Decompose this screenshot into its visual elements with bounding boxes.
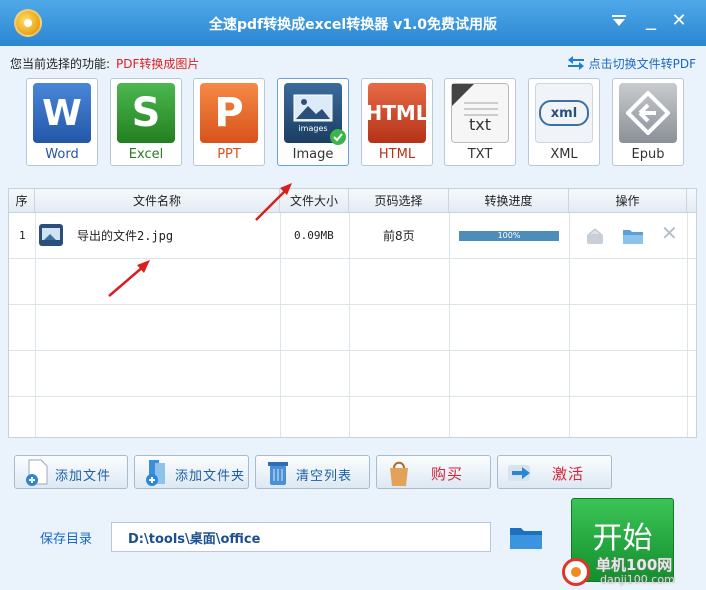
picture-icon (293, 94, 333, 121)
current-function-label: 您当前选择的功能: (10, 57, 111, 71)
activate-label: 激活 (552, 465, 585, 483)
shopping-bag-icon (390, 461, 408, 486)
html-icon: HTML (365, 83, 429, 143)
current-function: 您当前选择的功能: PDF转换成图片 (10, 55, 199, 72)
activate-button[interactable]: 激活 (497, 455, 612, 489)
col-file-name: 文件名称 (35, 189, 280, 213)
xml-icon-caption: xml (539, 100, 589, 126)
watermark-icon (562, 558, 590, 586)
word-icon: W (33, 83, 91, 143)
open-folder-icon[interactable] (622, 227, 644, 245)
row-page-select[interactable]: 前8页 (383, 213, 415, 259)
title-bar: 全速pdf转换成excel转换器 v1.0免费试用版 _ ✕ (0, 0, 706, 46)
format-epub-button[interactable]: Epub (612, 78, 684, 166)
table-row-empty (9, 351, 696, 397)
table-header: 序 文件名称 文件大小 页码选择 转换进度 操作 (9, 189, 696, 213)
close-button[interactable]: ✕ (668, 10, 690, 32)
browse-folder-icon[interactable] (508, 522, 544, 552)
save-directory-input[interactable] (111, 522, 491, 552)
add-file-label: 添加文件 (55, 469, 112, 484)
format-txt-label: TXT (467, 147, 493, 162)
row-file-name: 导出的文件2.jpg (77, 229, 174, 243)
clear-list-button[interactable]: 清空列表 (255, 455, 370, 489)
watermark-text: 单机100网 (596, 556, 673, 574)
col-page-select: 页码选择 (349, 189, 449, 213)
minimize-button[interactable]: _ (640, 8, 662, 32)
format-ppt-button[interactable]: P PPT (193, 78, 265, 166)
save-directory-label: 保存目录 (40, 532, 93, 547)
ppt-icon: P (200, 83, 258, 143)
col-progress: 转换进度 (449, 189, 569, 213)
xml-icon: xml (535, 83, 593, 143)
row-index: 1 (19, 229, 26, 242)
format-excel-label: Excel (128, 147, 164, 162)
add-folder-icon (146, 460, 165, 486)
format-html-label: HTML (378, 147, 416, 162)
table-row-empty (9, 397, 696, 437)
switch-mode-link[interactable]: 点击切换文件转PDF (567, 55, 696, 72)
window-title: 全速pdf转换成excel转换器 v1.0免费试用版 (208, 17, 498, 33)
format-word-label: Word (45, 147, 79, 162)
clear-list-label: 清空列表 (296, 469, 353, 484)
format-selector: W Word S Excel P PPT images Image HTML H… (26, 78, 686, 166)
trash-icon (268, 462, 288, 485)
txt-icon: txt (451, 83, 509, 143)
format-epub-label: Epub (631, 147, 665, 162)
excel-icon: S (117, 83, 175, 143)
add-folder-label: 添加文件夹 (175, 469, 246, 484)
add-file-icon (26, 459, 48, 486)
row-progress-text: 100% (497, 231, 521, 240)
row-progress-bar: 100% (459, 231, 559, 241)
switch-arrows-icon (567, 56, 584, 70)
image-file-icon (39, 224, 63, 246)
format-excel-button[interactable]: S Excel (110, 78, 182, 166)
watermark-logo: 单机100网 danji100.com (562, 552, 706, 590)
activate-arrow-icon (508, 465, 530, 481)
image-icon-caption: images (298, 123, 328, 133)
watermark-url: danji100.com (600, 573, 675, 586)
table-row[interactable]: 1 导出的文件2.jpg 0.09MB 前8页 100% ✕ (9, 213, 696, 259)
selected-check-icon (330, 129, 346, 145)
add-folder-button[interactable]: 添加文件夹 (134, 455, 249, 489)
add-file-button[interactable]: 添加文件 (14, 455, 128, 489)
current-function-value: PDF转换成图片 (116, 57, 200, 71)
format-image-button[interactable]: images Image (277, 78, 349, 166)
col-index: 序 (9, 189, 35, 213)
open-file-icon[interactable] (584, 227, 606, 245)
col-actions: 操作 (569, 189, 687, 213)
format-html-button[interactable]: HTML HTML (361, 78, 433, 166)
epub-icon (619, 83, 677, 143)
table-row-empty (9, 259, 696, 305)
buy-button[interactable]: 购买 (376, 455, 491, 489)
format-xml-button[interactable]: xml XML (528, 78, 600, 166)
format-txt-button[interactable]: txt TXT (444, 78, 516, 166)
delete-row-icon[interactable]: ✕ (661, 222, 683, 244)
txt-icon-caption: txt (468, 115, 491, 134)
buy-label: 购买 (431, 465, 464, 483)
format-word-button[interactable]: W Word (26, 78, 98, 166)
file-table: 序 文件名称 文件大小 页码选择 转换进度 操作 1 导出的文件2.jpg 0.… (8, 188, 697, 438)
col-file-size: 文件大小 (280, 189, 349, 213)
format-image-label: Image (292, 147, 334, 162)
format-ppt-label: PPT (217, 147, 241, 162)
table-row-empty (9, 305, 696, 351)
format-xml-label: XML (550, 147, 578, 162)
row-file-size: 0.09MB (294, 229, 334, 242)
menu-dropdown-icon[interactable] (608, 10, 630, 32)
switch-mode-label: 点击切换文件转PDF (588, 57, 696, 71)
